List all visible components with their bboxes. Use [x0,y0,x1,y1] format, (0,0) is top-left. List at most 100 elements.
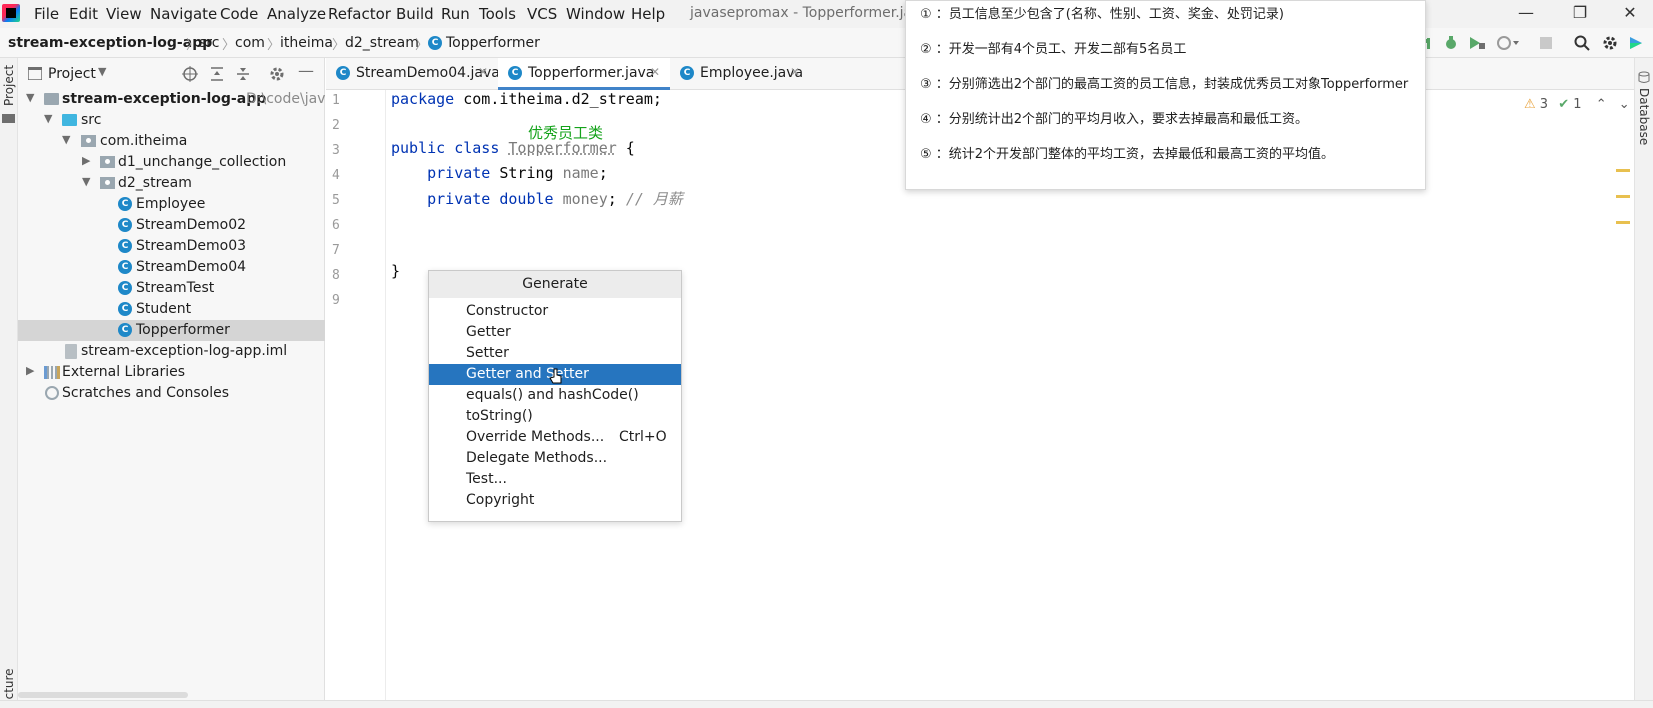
menu-refactor[interactable]: Refactor [328,5,391,23]
generate-equals-hashcode[interactable]: equals() and hashCode() [429,385,681,406]
chevron-right-icon[interactable]: ▶ [26,364,34,377]
menu-window[interactable]: Window [566,5,625,23]
generate-tostring[interactable]: toString() [429,406,681,427]
expand-all-icon[interactable] [209,66,225,82]
warning-stripe-marker[interactable] [1616,195,1630,198]
module-folder-icon [44,93,59,105]
menu-analyze[interactable]: Analyze [267,5,326,23]
run-coverage-icon[interactable] [1468,35,1486,51]
line-number: 2 [332,118,340,133]
debug-icon[interactable] [1443,35,1459,51]
tree-item-streamtest[interactable]: C StreamTest [18,278,325,299]
intellij-logo-icon[interactable] [2,4,20,22]
generate-copyright[interactable]: Copyright [429,490,681,511]
breadcrumb-d2-stream[interactable]: d2_stream [345,35,419,51]
breadcrumb-separator: 〉 [186,38,200,53]
tree-item-external-libraries[interactable]: ▶ External Libraries [18,362,325,383]
runnable-class-icon: C [118,218,132,232]
horizontal-scrollbar[interactable] [18,692,188,698]
menu-item-label: toString() [466,408,533,424]
warning-stripe-marker[interactable] [1616,169,1630,172]
menu-run[interactable]: Run [441,5,470,23]
menu-vcs[interactable]: VCS [527,5,557,23]
breadcrumb-itheima[interactable]: itheima [280,35,333,51]
tree-item-streamdemo02[interactable]: C StreamDemo02 [18,215,325,236]
menu-build[interactable]: Build [396,5,434,23]
warning-stripe-marker[interactable] [1616,221,1630,224]
locate-target-icon[interactable] [182,66,198,82]
tree-item-label: StreamDemo03 [136,238,247,254]
tree-item-d2-stream[interactable]: ▼ d2_stream [18,173,325,194]
line-number: 9 [332,293,340,308]
breadcrumb-com[interactable]: com [235,35,265,51]
tree-item-employee[interactable]: C Employee [18,194,325,215]
package-icon [100,177,115,189]
plugin-icon[interactable] [1628,35,1644,51]
generate-test[interactable]: Test... [429,469,681,490]
chevron-down-icon[interactable]: ⌄ [1619,97,1630,112]
code-token: com.itheima.d2_stream; [454,90,662,108]
tab-employee[interactable]: C Employee.java ✕ [670,58,810,90]
tree-item-com-itheima[interactable]: ▼ com.itheima [18,131,325,152]
menu-view[interactable]: View [106,5,142,23]
generate-constructor[interactable]: Constructor [429,301,681,322]
tree-item-iml-file[interactable]: stream-exception-log-app.iml [18,341,325,362]
code-line-4: private String name; [391,164,608,182]
menu-edit[interactable]: Edit [69,5,98,23]
chevron-down-icon[interactable]: ▼ [98,65,106,78]
tree-item-label: Scratches and Consoles [62,385,229,401]
profile-icon[interactable] [1496,35,1520,51]
menu-code[interactable]: Code [220,5,258,23]
tree-item-scratches[interactable]: Scratches and Consoles [18,383,325,404]
tab-topperformer[interactable]: C Topperformer.java ✕ [498,58,670,90]
close-icon[interactable]: ✕ [1620,3,1640,23]
code-comment: // 月薪 [625,190,683,208]
tab-close-icon[interactable]: ✕ [650,65,660,79]
settings-gear-icon[interactable] [1602,35,1618,51]
hide-panel-icon[interactable]: — [298,61,314,80]
left-tool-stripe: Project ucture [0,58,18,708]
generate-popup-title: Generate [429,271,681,298]
menu-file[interactable]: File [34,5,59,23]
breadcrumb-project[interactable]: stream-exception-log-app [8,35,212,51]
minimize-icon[interactable]: — [1516,3,1536,23]
tab-close-icon[interactable]: ✕ [478,65,488,79]
project-tool-button[interactable]: Project [2,65,16,106]
tree-item-student[interactable]: C Student [18,299,325,320]
search-icon[interactable] [1574,35,1590,51]
generate-getter-and-setter[interactable]: Getter and Setter [429,364,681,385]
generate-delegate-methods[interactable]: Delegate Methods... [429,448,681,469]
tree-item-src[interactable]: ▼ src [18,110,325,131]
chevron-down-icon[interactable]: ▼ [82,175,90,188]
inspection-widget[interactable]: ⚠ 3 ✔ 1 ⌃ ⌄ [1524,97,1630,112]
chevron-right-icon[interactable]: ▶ [82,154,90,167]
tab-close-icon[interactable]: ✕ [790,65,800,79]
collapse-all-icon[interactable] [235,66,251,82]
generate-setter[interactable]: Setter [429,343,681,364]
tree-item-project-root[interactable]: ▼ stream-exception-log-app D:\code\java [18,89,334,110]
generate-override-methods[interactable]: Override Methods... Ctrl+O [429,427,681,448]
chevron-down-icon[interactable]: ▼ [62,133,70,146]
note-line-3: ③ ：分别筛选出2个部门的最高工资的员工信息，封装成优秀员工对象Topperfo… [920,77,1409,92]
tab-streamdemo04[interactable]: C StreamDemo04.java ✕ [326,58,500,90]
chevron-down-icon[interactable]: ▼ [44,112,52,125]
menu-tools[interactable]: Tools [479,5,516,23]
stop-icon[interactable] [1539,36,1553,50]
breadcrumb-separator: 〉 [222,38,236,53]
tree-item-streamdemo03[interactable]: C StreamDemo03 [18,236,325,257]
breadcrumb-src[interactable]: src [199,35,219,51]
tree-item-label: StreamDemo02 [136,217,247,233]
menu-navigate[interactable]: Navigate [150,5,217,23]
generate-getter[interactable]: Getter [429,322,681,343]
tree-item-topperformer[interactable]: C Topperformer [18,320,325,341]
tree-item-streamdemo04[interactable]: C StreamDemo04 [18,257,325,278]
chevron-up-icon[interactable]: ⌃ [1596,97,1607,112]
panel-settings-gear-icon[interactable] [269,66,285,82]
project-panel-title[interactable]: Project [48,66,96,82]
database-tool-button[interactable]: Database [1637,88,1651,145]
breadcrumb-topperformer[interactable]: Topperformer [446,35,540,51]
menu-help[interactable]: Help [631,5,665,23]
chevron-down-icon[interactable]: ▼ [26,91,34,104]
restore-icon[interactable]: ❐ [1570,3,1590,23]
tree-item-d1-unchange-collection[interactable]: ▶ d1_unchange_collection [18,152,325,173]
